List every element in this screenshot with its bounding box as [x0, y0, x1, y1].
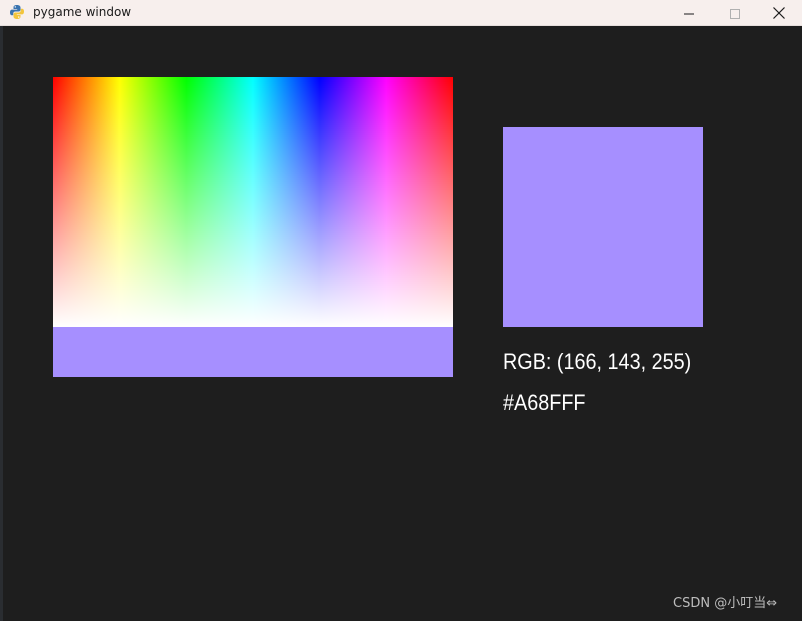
close-icon: [773, 4, 785, 23]
pygame-snake-icon: [9, 4, 25, 20]
window-left-edge: [0, 26, 3, 621]
csdn-watermark: CSDN @小叮当⇔: [673, 596, 778, 611]
selected-color-strip: [53, 327, 453, 377]
rgb-value-label: RGB: (166, 143, 255): [503, 349, 692, 374]
window-title: pygame window: [33, 5, 132, 19]
hex-value-label: #A68FFF: [503, 390, 586, 415]
maximize-icon: [730, 4, 740, 23]
color-preview-swatch: [503, 127, 703, 327]
color-palette[interactable]: [53, 77, 453, 327]
close-button[interactable]: [756, 0, 802, 26]
pygame-window: pygame window RGB: (166, 143, 255) #A68F…: [0, 0, 802, 621]
minimize-button[interactable]: [666, 0, 712, 26]
minimize-icon: [684, 4, 694, 23]
maximize-button[interactable]: [712, 0, 758, 26]
title-bar[interactable]: pygame window: [0, 0, 802, 26]
